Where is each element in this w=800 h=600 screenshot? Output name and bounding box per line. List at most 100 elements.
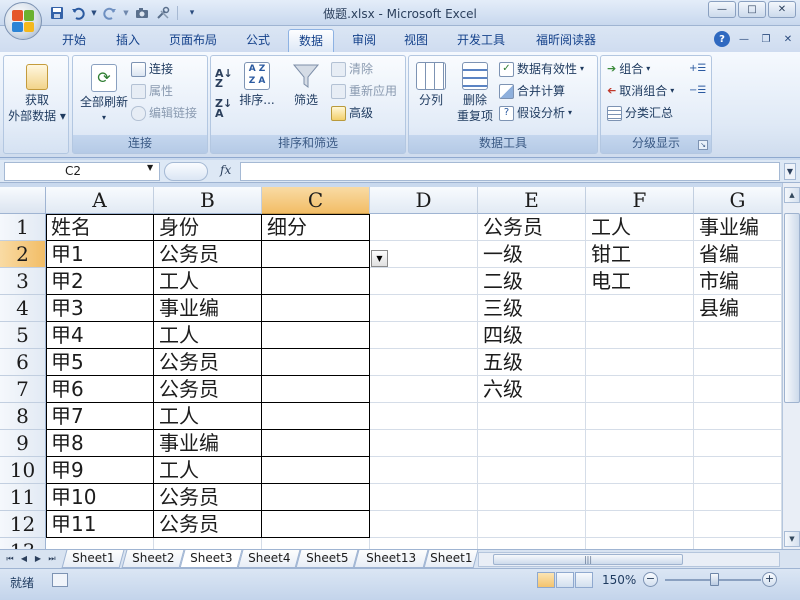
- select-all-corner[interactable]: [0, 187, 46, 214]
- zoom-level[interactable]: 150%: [602, 573, 636, 587]
- tab-insert[interactable]: 插入: [108, 29, 148, 52]
- normal-view-icon[interactable]: [537, 572, 555, 588]
- cell-c1[interactable]: 细分: [262, 214, 370, 241]
- row-header-3[interactable]: 3: [0, 268, 46, 295]
- cell-f1[interactable]: 工人: [586, 214, 694, 241]
- get-external-data-button[interactable]: 获取 外部数据 ▾: [8, 64, 66, 124]
- cell-b7[interactable]: 公务员: [154, 376, 262, 403]
- tab-page-layout[interactable]: 页面布局: [162, 29, 224, 52]
- cell-e5[interactable]: 四级: [478, 322, 586, 349]
- cell-e1[interactable]: 公务员: [478, 214, 586, 241]
- connections-button[interactable]: 连接: [131, 60, 173, 78]
- tab-developer[interactable]: 开发工具: [448, 29, 514, 52]
- cell-a3[interactable]: 甲2: [46, 268, 154, 295]
- sheet-tab-2[interactable]: Sheet2: [121, 550, 185, 568]
- cell-e4[interactable]: 三级: [478, 295, 586, 322]
- page-layout-view-icon[interactable]: [556, 572, 574, 588]
- cell-b1[interactable]: 身份: [154, 214, 262, 241]
- column-header-c[interactable]: C: [262, 187, 370, 214]
- column-header-e[interactable]: E: [478, 187, 586, 214]
- cell-b3[interactable]: 工人: [154, 268, 262, 295]
- row-header-9[interactable]: 9: [0, 430, 46, 457]
- sort-za-button[interactable]: Z↓ A: [215, 98, 232, 119]
- horizontal-scroll-thumb[interactable]: |||: [493, 554, 683, 565]
- row-header-5[interactable]: 5: [0, 322, 46, 349]
- cell-b8[interactable]: 工人: [154, 403, 262, 430]
- help-icon[interactable]: ?: [714, 31, 730, 47]
- cell-b11[interactable]: 公务员: [154, 484, 262, 511]
- cell-b6[interactable]: 公务员: [154, 349, 262, 376]
- cell-b5[interactable]: 工人: [154, 322, 262, 349]
- cell-f3[interactable]: 电工: [586, 268, 694, 295]
- cell-b2[interactable]: 公务员: [154, 241, 262, 268]
- clear-filter-button[interactable]: 清除: [331, 60, 373, 78]
- expand-formula-bar-icon[interactable]: ▼: [784, 163, 796, 180]
- column-header-b[interactable]: B: [154, 187, 262, 214]
- close-button[interactable]: ✕: [768, 1, 796, 18]
- column-header-g[interactable]: G: [694, 187, 782, 214]
- sheet-tab-6[interactable]: Sheet13: [353, 550, 429, 568]
- office-button[interactable]: [4, 2, 42, 40]
- last-sheet-icon[interactable]: ⏭: [46, 553, 58, 565]
- cell-a8[interactable]: 甲7: [46, 403, 154, 430]
- consolidate-button[interactable]: 合并计算: [499, 82, 565, 100]
- ungroup-button[interactable]: ➔ 取消组合 ▾: [607, 82, 674, 100]
- workbook-minimize-icon[interactable]: —: [736, 31, 752, 47]
- row-header-11[interactable]: 11: [0, 484, 46, 511]
- worksheet-grid[interactable]: ABCDEFG 12345678910111213 姓名身份细分甲1公务员甲2工…: [0, 187, 782, 549]
- page-break-view-icon[interactable]: [575, 572, 593, 588]
- insert-function-icon[interactable]: fx: [220, 163, 231, 177]
- advanced-filter-button[interactable]: 高级: [331, 104, 373, 122]
- cell-g3[interactable]: 市编: [694, 268, 782, 295]
- column-header-a[interactable]: A: [46, 187, 154, 214]
- hide-detail-button[interactable]: −☰: [689, 82, 706, 100]
- cell-f2[interactable]: 钳工: [586, 241, 694, 268]
- subtotal-button[interactable]: 分类汇总: [607, 104, 673, 122]
- cell-a1[interactable]: 姓名: [46, 214, 154, 241]
- cell-b10[interactable]: 工人: [154, 457, 262, 484]
- validation-dropdown-icon[interactable]: ▼: [371, 250, 388, 267]
- name-box-dropdown-icon[interactable]: ▼: [147, 163, 153, 172]
- sheet-tab-7[interactable]: Sheet1: [423, 550, 479, 568]
- tab-formulas[interactable]: 公式: [238, 29, 278, 52]
- tab-view[interactable]: 视图: [396, 29, 436, 52]
- column-header-d[interactable]: D: [370, 187, 478, 214]
- sort-button[interactable]: A ZZ A 排序...: [239, 62, 275, 108]
- prev-sheet-icon[interactable]: ◀: [18, 553, 30, 565]
- first-sheet-icon[interactable]: ⏮: [4, 553, 16, 565]
- next-sheet-icon[interactable]: ▶: [32, 553, 44, 565]
- cell-g2[interactable]: 省编: [694, 241, 782, 268]
- properties-button[interactable]: 属性: [131, 82, 173, 100]
- cell-a10[interactable]: 甲9: [46, 457, 154, 484]
- cell-a4[interactable]: 甲3: [46, 295, 154, 322]
- vertical-scroll-thumb[interactable]: [784, 213, 800, 403]
- workbook-close-icon[interactable]: ✕: [780, 31, 796, 47]
- row-header-1[interactable]: 1: [0, 214, 46, 241]
- column-header-f[interactable]: F: [586, 187, 694, 214]
- name-box[interactable]: C2: [4, 162, 160, 181]
- cell-g1[interactable]: 事业编: [694, 214, 782, 241]
- what-if-analysis-button[interactable]: ? 假设分析 ▾: [499, 104, 572, 122]
- row-header-2[interactable]: 2: [0, 241, 46, 268]
- workbook-restore-icon[interactable]: ❐: [758, 31, 774, 47]
- reapply-button[interactable]: 重新应用: [331, 82, 397, 100]
- group-rows-button[interactable]: ➔ 组合 ▾: [607, 60, 650, 78]
- row-header-12[interactable]: 12: [0, 511, 46, 538]
- row-header-13[interactable]: 13: [0, 538, 46, 549]
- refresh-all-button[interactable]: ⟳ 全部刷新 ▾: [76, 64, 132, 126]
- row-header-7[interactable]: 7: [0, 376, 46, 403]
- cell-a7[interactable]: 甲6: [46, 376, 154, 403]
- cell-b4[interactable]: 事业编: [154, 295, 262, 322]
- outline-dialog-launcher-icon[interactable]: ↘: [698, 140, 708, 150]
- text-to-columns-button[interactable]: 分列: [411, 62, 451, 108]
- show-detail-button[interactable]: +☰: [689, 60, 706, 78]
- tab-foxit-reader[interactable]: 福昕阅读器: [526, 29, 606, 52]
- maximize-button[interactable]: □: [738, 1, 766, 18]
- scroll-up-icon[interactable]: ▲: [784, 187, 800, 203]
- zoom-out-button[interactable]: −: [643, 572, 658, 587]
- tab-home[interactable]: 开始: [54, 29, 94, 52]
- filter-button[interactable]: 筛选: [285, 62, 327, 108]
- horizontal-scrollbar[interactable]: |||: [478, 552, 780, 567]
- cell-e7[interactable]: 六级: [478, 376, 586, 403]
- cell-a12[interactable]: 甲11: [46, 511, 154, 538]
